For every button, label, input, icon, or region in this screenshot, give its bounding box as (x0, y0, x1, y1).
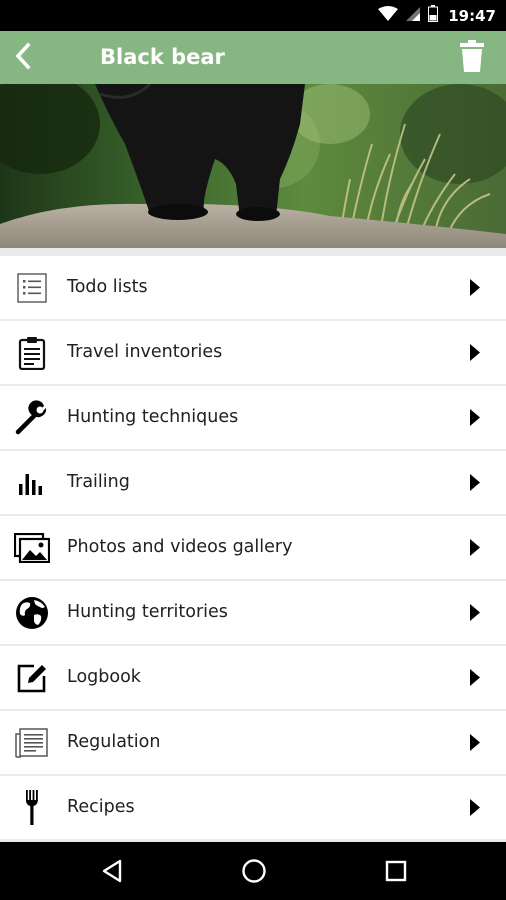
status-time: 19:47 (448, 6, 496, 25)
recents-square-icon (385, 860, 407, 882)
caret-right-icon (470, 539, 480, 556)
status-bar: 19:47 (0, 0, 506, 31)
menu-item-regulation[interactable]: Regulation (0, 711, 506, 774)
menu-item-label: Recipes (67, 797, 135, 817)
menu-item-label: Logbook (67, 667, 141, 687)
caret-right-icon (470, 604, 480, 621)
nav-recents-button[interactable] (361, 842, 431, 900)
nav-back-button[interactable] (77, 842, 147, 900)
page-title: Black bear (100, 45, 225, 69)
menu-item-hunting-techniques[interactable]: Hunting techniques (0, 386, 506, 449)
battery-icon (428, 5, 439, 26)
menu-item-travel-inventories[interactable]: Travel inventories (0, 321, 506, 384)
caret-right-icon (470, 279, 480, 296)
menu-item-label: Hunting territories (67, 602, 228, 622)
menu-item-hunting-territories[interactable]: Hunting territories (0, 581, 506, 644)
menu-item-photos-videos-gallery[interactable]: Photos and videos gallery (0, 516, 506, 579)
navigation-bar (0, 842, 506, 900)
caret-right-icon (470, 344, 480, 361)
wrench-icon (14, 400, 50, 436)
back-button[interactable] (3, 35, 43, 80)
home-circle-icon (242, 859, 266, 883)
status-icons: 19:47 (378, 0, 496, 31)
delete-button[interactable] (452, 35, 492, 80)
caret-right-icon (470, 409, 480, 426)
photo-gallery-icon (14, 530, 50, 566)
trash-icon (459, 39, 485, 76)
menu-item-logbook[interactable]: Logbook (0, 646, 506, 709)
menu-item-trailing[interactable]: Trailing (0, 451, 506, 514)
nav-home-button[interactable] (219, 842, 289, 900)
wifi-icon (378, 5, 399, 26)
menu-item-label: Travel inventories (67, 342, 223, 362)
caret-right-icon (470, 474, 480, 491)
menu-item-recipes[interactable]: Recipes (0, 776, 506, 839)
clipboard-icon (14, 335, 50, 371)
chevron-left-icon (13, 41, 33, 74)
menu-item-label: Hunting techniques (67, 407, 239, 427)
bar-chart-icon (14, 465, 50, 501)
edit-icon (14, 660, 50, 696)
caret-right-icon (470, 669, 480, 686)
menu-item-todo-lists[interactable]: Todo lists (0, 256, 506, 319)
back-triangle-icon (102, 859, 122, 883)
caret-right-icon (470, 799, 480, 816)
signal-icon (405, 6, 421, 26)
caret-right-icon (470, 734, 480, 751)
menu-item-label: Regulation (67, 732, 161, 752)
menu-item-label: Trailing (67, 472, 130, 492)
hero-image (0, 84, 506, 248)
menu-item-label: Photos and videos gallery (67, 537, 293, 557)
app-bar: Black bear (0, 31, 506, 84)
fork-icon (14, 790, 50, 826)
menu-item-label: Todo lists (67, 277, 148, 297)
menu-list: Todo lists Travel inventories Hunting te… (0, 248, 506, 842)
document-icon (14, 725, 50, 761)
bear-photo (0, 84, 506, 248)
checklist-icon (14, 270, 50, 306)
globe-icon (14, 595, 50, 631)
